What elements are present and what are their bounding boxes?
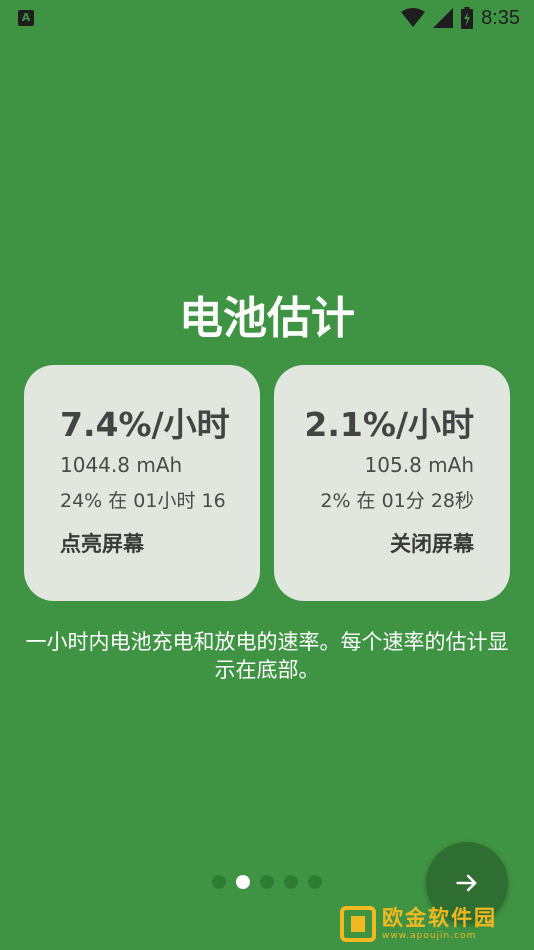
signal-icon <box>433 8 454 28</box>
page-dot[interactable] <box>284 875 298 889</box>
battery-charging-icon <box>461 7 474 29</box>
watermark-logo-icon <box>340 906 376 942</box>
page-dot[interactable] <box>308 875 322 889</box>
page-dot[interactable] <box>212 875 226 889</box>
app-notification-icon: A <box>18 10 34 26</box>
watermark: 欧金软件园 www.apoujin.com <box>340 902 530 946</box>
page-indicator <box>212 875 322 889</box>
page-title: 电池估计 <box>179 293 355 344</box>
watermark-url: www.apoujin.com <box>382 931 477 941</box>
screen-on-mah: 1044.8 mAh <box>60 453 183 477</box>
arrow-right-icon <box>456 874 477 892</box>
screen-on-rate: 7.4%/小时 <box>60 405 230 444</box>
screen-off-mah: 105.8 mAh <box>364 453 474 477</box>
status-icons: 8:35 <box>401 5 520 31</box>
screen-on-card: 7.4%/小时 1044.8 mAh 24% 在 01小时 16 点亮屏幕 <box>24 365 260 601</box>
watermark-name: 欧金软件园 <box>382 906 497 930</box>
screen-off-label: 关闭屏幕 <box>390 532 474 556</box>
screen-off-card: 2.1%/小时 105.8 mAh 2% 在 01分 28秒 关闭屏幕 <box>274 365 510 601</box>
screen-off-rate: 2.1%/小时 <box>304 405 474 444</box>
status-bar: A 8:35 <box>0 0 534 36</box>
description-text: 一小时内电池充电和放电的速率。每个速率的估计显示在底部。 <box>25 630 509 682</box>
screen-on-percent-time: 24% 在 01小时 16 <box>60 490 226 512</box>
wifi-icon <box>401 8 426 27</box>
screen-off-percent-time: 2% 在 01分 28秒 <box>320 490 474 512</box>
page-dot-active[interactable] <box>236 875 250 889</box>
clock-time: 8:35 <box>481 6 520 29</box>
page-dot[interactable] <box>260 875 274 889</box>
screen-on-label: 点亮屏幕 <box>60 532 144 556</box>
